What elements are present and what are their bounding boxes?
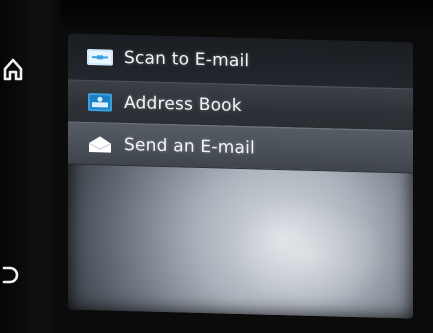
screen-glare <box>228 197 388 312</box>
menu-item-send-email[interactable]: Send an E-mail <box>68 121 413 174</box>
address-book-icon <box>88 92 112 112</box>
menu-item-label: Address Book <box>124 92 242 116</box>
printer-touchscreen: Scan to E-mail Address Book Send an E-ma… <box>68 33 413 319</box>
device-bezel-top <box>0 0 433 30</box>
scan-email-icon <box>87 49 113 66</box>
back-icon[interactable] <box>0 262 20 286</box>
menu-item-label: Scan to E-mail <box>124 47 250 72</box>
envelope-icon <box>88 135 112 153</box>
home-icon[interactable] <box>2 56 24 82</box>
email-menu: Scan to E-mail Address Book Send an E-ma… <box>68 33 413 174</box>
menu-item-label: Send an E-mail <box>124 134 255 158</box>
